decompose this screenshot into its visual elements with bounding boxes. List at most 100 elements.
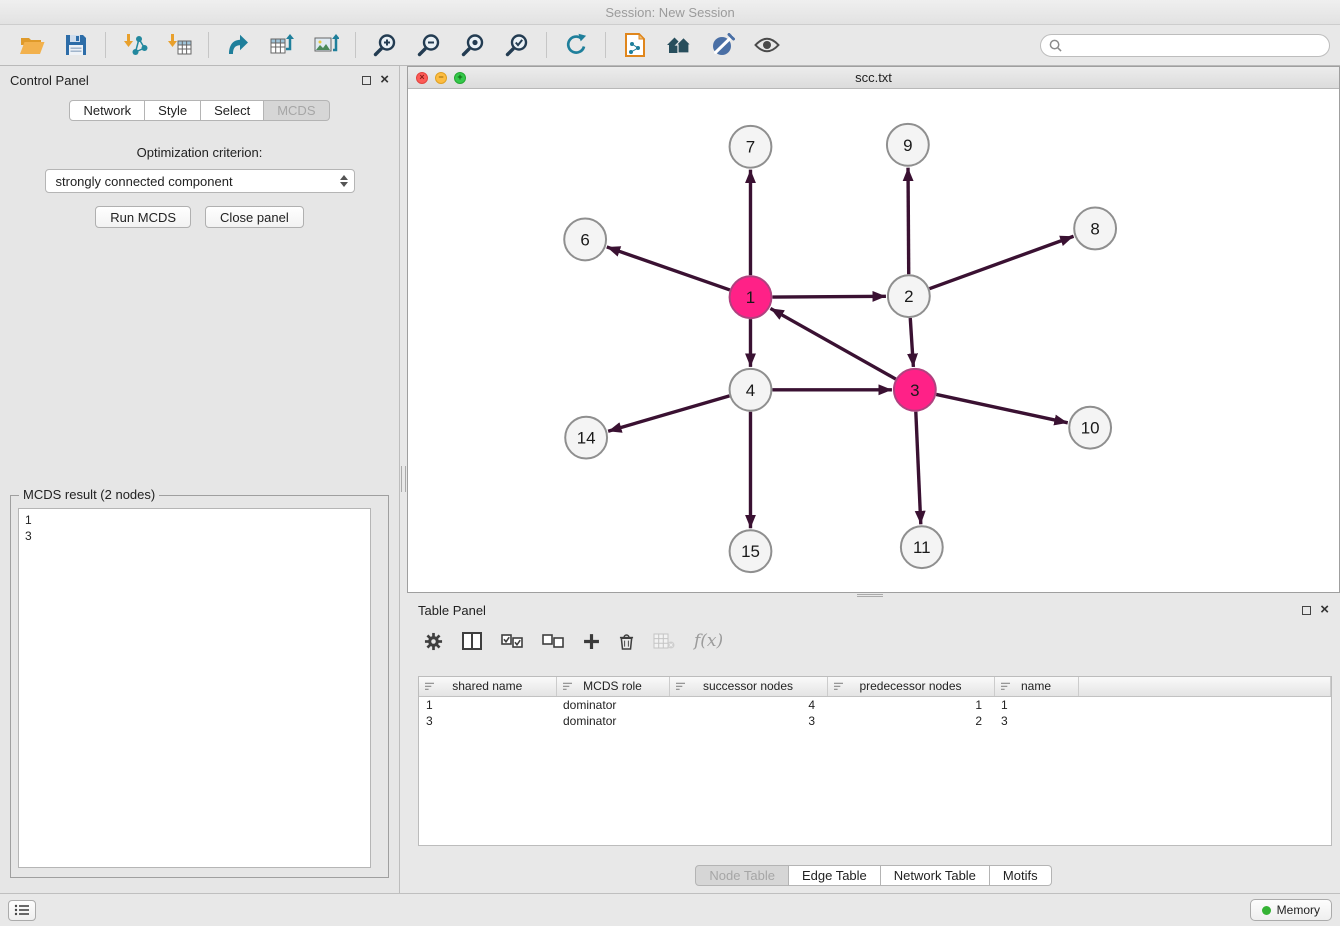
node-7[interactable]: 7 xyxy=(730,126,772,168)
node-11[interactable]: 11 xyxy=(901,526,943,568)
run-mcds-button[interactable]: Run MCDS xyxy=(95,206,191,228)
export-image-icon xyxy=(313,33,339,57)
table-row[interactable]: 1dominator411 xyxy=(419,696,1331,713)
save-session-button[interactable] xyxy=(54,28,98,62)
edge-1-2[interactable] xyxy=(772,296,886,297)
tab-node-table[interactable]: Node Table xyxy=(695,865,789,886)
node-4[interactable]: 4 xyxy=(730,369,772,411)
edge-2-3[interactable] xyxy=(910,318,913,367)
node-6[interactable]: 6 xyxy=(564,218,606,260)
show-hide-graphics-button[interactable] xyxy=(745,28,789,62)
cell-successor-nodes[interactable]: 3 xyxy=(669,713,827,729)
column-header-successor-nodes[interactable]: successor nodes xyxy=(669,677,827,696)
column-header-name[interactable]: name xyxy=(994,677,1078,696)
close-table-panel-icon[interactable]: × xyxy=(1320,605,1329,615)
vertical-splitter[interactable] xyxy=(400,66,407,893)
table-settings-button[interactable] xyxy=(424,632,443,651)
tab-mcds[interactable]: MCDS xyxy=(264,100,329,121)
gear-icon xyxy=(424,632,443,651)
refresh-view-button[interactable] xyxy=(554,28,598,62)
float-panel-icon[interactable] xyxy=(362,76,371,85)
task-history-button[interactable] xyxy=(8,900,36,921)
network-window-titlebar[interactable]: × − + scc.txt xyxy=(408,67,1339,89)
edge-4-14[interactable] xyxy=(608,396,729,431)
tab-select[interactable]: Select xyxy=(201,100,264,121)
select-all-button[interactable] xyxy=(501,634,523,648)
delete-column-button[interactable] xyxy=(619,633,634,650)
edge-3-10[interactable] xyxy=(936,394,1067,422)
table-panel-title: Table Panel xyxy=(418,603,486,618)
style-button[interactable] xyxy=(701,28,745,62)
node-14[interactable]: 14 xyxy=(565,417,607,459)
home-button[interactable] xyxy=(657,28,701,62)
criterion-dropdown[interactable]: strongly connected component xyxy=(45,169,355,193)
edge-2-9[interactable] xyxy=(908,168,909,275)
node-2[interactable]: 2 xyxy=(888,275,930,317)
cell-shared-name[interactable]: 1 xyxy=(419,696,556,713)
node-15[interactable]: 15 xyxy=(730,530,772,572)
cell-MCDS-role[interactable]: dominator xyxy=(556,696,669,713)
tab-motifs[interactable]: Motifs xyxy=(990,865,1052,886)
function-builder-button: f(x) xyxy=(694,631,723,651)
add-column-button[interactable] xyxy=(583,633,600,650)
close-panel-icon[interactable]: × xyxy=(380,75,389,85)
edge-1-6[interactable] xyxy=(607,247,730,290)
export-table-button[interactable] xyxy=(260,28,304,62)
svg-text:1: 1 xyxy=(746,288,755,307)
dropdown-arrows-icon xyxy=(340,175,348,187)
zoom-out-button[interactable] xyxy=(407,28,451,62)
column-header-predecessor-nodes[interactable]: predecessor nodes xyxy=(827,677,994,696)
float-table-panel-icon[interactable] xyxy=(1302,606,1311,615)
edge-3-11[interactable] xyxy=(916,412,921,525)
table-row[interactable]: 3dominator323 xyxy=(419,713,1331,729)
zoom-fit-button[interactable] xyxy=(451,28,495,62)
node-8[interactable]: 8 xyxy=(1074,208,1116,250)
svg-text:14: 14 xyxy=(577,429,596,448)
import-table-button[interactable] xyxy=(157,28,201,62)
table-panel: Table Panel × xyxy=(407,598,1340,893)
svg-text:9: 9 xyxy=(903,136,912,155)
cell-predecessor-nodes[interactable]: 1 xyxy=(827,696,994,713)
toolbar-separator xyxy=(605,32,606,58)
cell-name[interactable]: 3 xyxy=(994,713,1078,729)
cell-name[interactable]: 1 xyxy=(994,696,1078,713)
cell-predecessor-nodes[interactable]: 2 xyxy=(827,713,994,729)
zoom-in-button[interactable] xyxy=(363,28,407,62)
import-table-icon xyxy=(166,33,192,57)
cell-filler xyxy=(1078,696,1331,713)
export-image-button[interactable] xyxy=(304,28,348,62)
node-10[interactable]: 10 xyxy=(1069,407,1111,449)
zoom-selected-button[interactable] xyxy=(495,28,539,62)
open-session-button[interactable] xyxy=(10,28,54,62)
open-network-file-button[interactable] xyxy=(613,28,657,62)
cell-MCDS-role[interactable]: dominator xyxy=(556,713,669,729)
application-window: Session: New Session xyxy=(0,0,1340,926)
tab-edge-table[interactable]: Edge Table xyxy=(789,865,881,886)
tab-network-table[interactable]: Network Table xyxy=(881,865,990,886)
node-3[interactable]: 3 xyxy=(894,369,936,411)
memory-button[interactable]: Memory xyxy=(1250,899,1332,921)
cell-shared-name[interactable]: 3 xyxy=(419,713,556,729)
export-network-button[interactable] xyxy=(216,28,260,62)
eye-icon xyxy=(754,36,780,54)
deselect-all-button[interactable] xyxy=(542,634,564,648)
edge-2-8[interactable] xyxy=(929,236,1073,288)
node-9[interactable]: 9 xyxy=(887,124,929,166)
column-header-shared-name[interactable]: shared name xyxy=(419,677,556,696)
cell-successor-nodes[interactable]: 4 xyxy=(669,696,827,713)
svg-text:8: 8 xyxy=(1090,219,1099,238)
network-canvas[interactable]: 7 9 6 8 1 2 4 3 14 10 15 11 xyxy=(408,89,1339,592)
mcds-result-list[interactable]: 13 xyxy=(18,508,371,868)
search-box[interactable] xyxy=(1040,34,1330,57)
svg-text:11: 11 xyxy=(913,538,931,557)
tab-style[interactable]: Style xyxy=(145,100,201,121)
node-1[interactable]: 1 xyxy=(730,276,772,318)
edge-3-1[interactable] xyxy=(770,308,895,379)
tab-network[interactable]: Network xyxy=(69,100,145,121)
show-columns-button[interactable] xyxy=(462,632,482,650)
search-input[interactable] xyxy=(1068,38,1321,52)
close-panel-button[interactable]: Close panel xyxy=(205,206,304,228)
status-bar: Memory xyxy=(0,893,1340,926)
column-header-MCDS-role[interactable]: MCDS role xyxy=(556,677,669,696)
import-network-button[interactable] xyxy=(113,28,157,62)
